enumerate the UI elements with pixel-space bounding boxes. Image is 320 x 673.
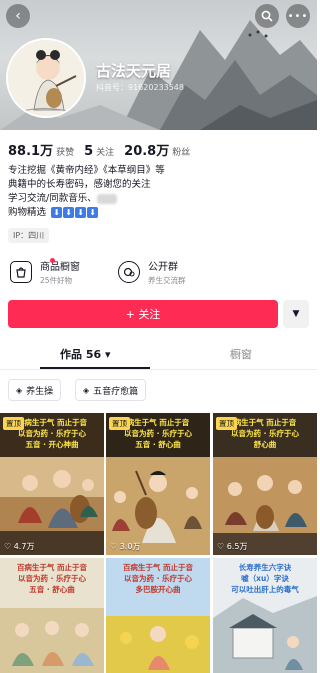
profile-bio: 专注挖掘《黄帝内经》《本草纲目》等 典籍中的长寿密码，感谢您的关注 学习交流/同…	[8, 164, 308, 220]
down-arrow-icon: ⬇	[87, 207, 99, 218]
shopping-bag-icon	[10, 261, 32, 283]
collection-chip-exercise[interactable]: ◈ 养生操	[8, 379, 62, 401]
blurred-contact	[96, 193, 117, 204]
like-count-value: 4.7万	[13, 542, 35, 551]
content-tabs: 作品 56 ▾ 橱窗	[0, 340, 317, 370]
shop-window-subtitle: 25件好物	[40, 276, 73, 285]
search-icon	[261, 10, 273, 22]
following-count[interactable]: 5	[84, 144, 93, 159]
heart-icon: ♡	[217, 542, 225, 551]
bio-line: 购物精选 ⬇ ⬇ ⬇ ⬇	[8, 206, 308, 220]
public-group-card[interactable]: 公开群 养生交流群	[118, 256, 186, 288]
recommend-dropdown-button[interactable]: ▼	[283, 300, 309, 328]
public-group-title: 公开群	[148, 262, 178, 273]
likes-count: 88.1万	[8, 144, 54, 159]
bio-line-text: 学习交流/同款音乐	[8, 193, 88, 204]
video-caption: 百病生于气 而止于音 以音为药 · 乐疗于心 多巴胺开心曲	[122, 563, 194, 594]
public-group-subtitle: 养生交流群	[148, 276, 186, 285]
pinned-badge: 置顶	[3, 417, 24, 430]
bio-line: 专注挖掘《黄帝内经》《本草纲目》等	[8, 165, 165, 176]
pinned-badge: 置顶	[216, 417, 237, 430]
tab-showcase[interactable]: 橱窗	[230, 346, 252, 362]
douyin-id: 抖音号：91620233548	[96, 83, 184, 92]
following-label[interactable]: 关注	[96, 145, 114, 158]
ellipsis-icon: •••	[287, 10, 309, 22]
video-thumbnail[interactable]: 置顶 病生于气 而止于音 以音为药 · 乐疗于心 五音 · 舒心曲 ♡ 3.0万	[106, 413, 210, 555]
follow-button[interactable]: + 关注	[8, 300, 278, 328]
layers-icon: ◈	[16, 385, 23, 395]
bio-line-suffix: 、	[87, 193, 97, 204]
like-count: ♡ 6.5万	[217, 541, 247, 552]
video-caption: 百病生于气 而止于音 以音为药 · 乐疗于心 五音 · 舒心曲	[16, 563, 88, 594]
stats-row: 88.1万 获赞 5 关注 20.8万 粉丝	[8, 140, 200, 159]
more-options-button[interactable]: •••	[286, 4, 310, 28]
search-button[interactable]	[255, 4, 279, 28]
chip-label: 养生操	[26, 386, 54, 397]
tab-works[interactable]: 作品 56 ▾	[60, 346, 111, 362]
shop-window-title: 商品橱窗	[40, 262, 80, 273]
profile-page: ‹ ••• 古法天元居 抖音号：91620233548 88.1万 获赞 5 关…	[0, 0, 317, 673]
video-thumbnail[interactable]: 置顶 病生于气 而止于音 以音为药 · 乐疗于心 舒心曲 ♡ 6.5万	[213, 413, 317, 555]
like-count-value: 3.0万	[119, 542, 141, 551]
followers-label[interactable]: 粉丝	[172, 145, 190, 158]
video-thumbnail[interactable]: 置顶 肺病生于气 而止于音 以音为药 · 乐疗于心 五音 · 开心神曲 ♡ 4.…	[0, 413, 104, 555]
video-thumbnail[interactable]: 长寿养生六字诀 嘘（xu）字诀 可以吐出肝上的毒气	[213, 558, 317, 673]
group-chat-icon	[118, 261, 140, 283]
heart-icon: ♡	[4, 542, 12, 551]
like-count-value: 6.5万	[226, 542, 248, 551]
bio-line-text: 购物精选	[8, 207, 47, 218]
chip-label: 五音疗愈篇	[93, 386, 139, 397]
layers-icon: ◈	[83, 385, 90, 395]
down-arrow-icon: ⬇	[51, 207, 63, 218]
caret-down-icon: ▼	[292, 309, 300, 319]
pinned-badge: 置顶	[109, 417, 130, 430]
down-arrow-icon: ⬇	[75, 207, 87, 218]
notification-dot	[50, 258, 55, 263]
video-thumbnail[interactable]: 百病生于气 而止于音 以音为药 · 乐疗于心 多巴胺开心曲	[106, 558, 210, 673]
avatar[interactable]	[6, 38, 86, 118]
profile-header: ‹ ••• 古法天元居 抖音号：91620233548	[0, 0, 317, 130]
collection-chip-five-tones[interactable]: ◈ 五音疗愈篇	[75, 379, 147, 401]
like-count: ♡ 3.0万	[110, 541, 140, 552]
heart-icon: ♡	[110, 542, 118, 551]
down-arrow-icon: ⬇	[63, 207, 75, 218]
likes-label: 获赞	[56, 148, 75, 158]
video-thumbnail[interactable]: 百病生于气 而止于音 以音为药 · 乐疗于心 五音 · 舒心曲	[0, 558, 104, 673]
chevron-left-icon: ‹	[15, 8, 21, 24]
ip-location-badge: IP：四川	[8, 228, 50, 243]
followers-count[interactable]: 20.8万	[124, 140, 169, 159]
download-icons: ⬇ ⬇ ⬇ ⬇	[51, 207, 99, 218]
video-caption: 长寿养生六字诀 嘘（xu）字诀 可以吐出肝上的毒气	[231, 563, 299, 594]
bio-line: 典籍中的长寿密码，感谢您的关注	[8, 179, 151, 190]
active-tab-indicator	[40, 367, 150, 369]
shop-window-card[interactable]: 商品橱窗 25件好物	[10, 256, 80, 288]
profile-name: 古法天元居	[96, 62, 172, 80]
back-button[interactable]: ‹	[6, 4, 30, 28]
bio-line: 学习交流/同款音乐、	[8, 192, 308, 206]
like-count: ♡ 4.7万	[4, 541, 34, 552]
